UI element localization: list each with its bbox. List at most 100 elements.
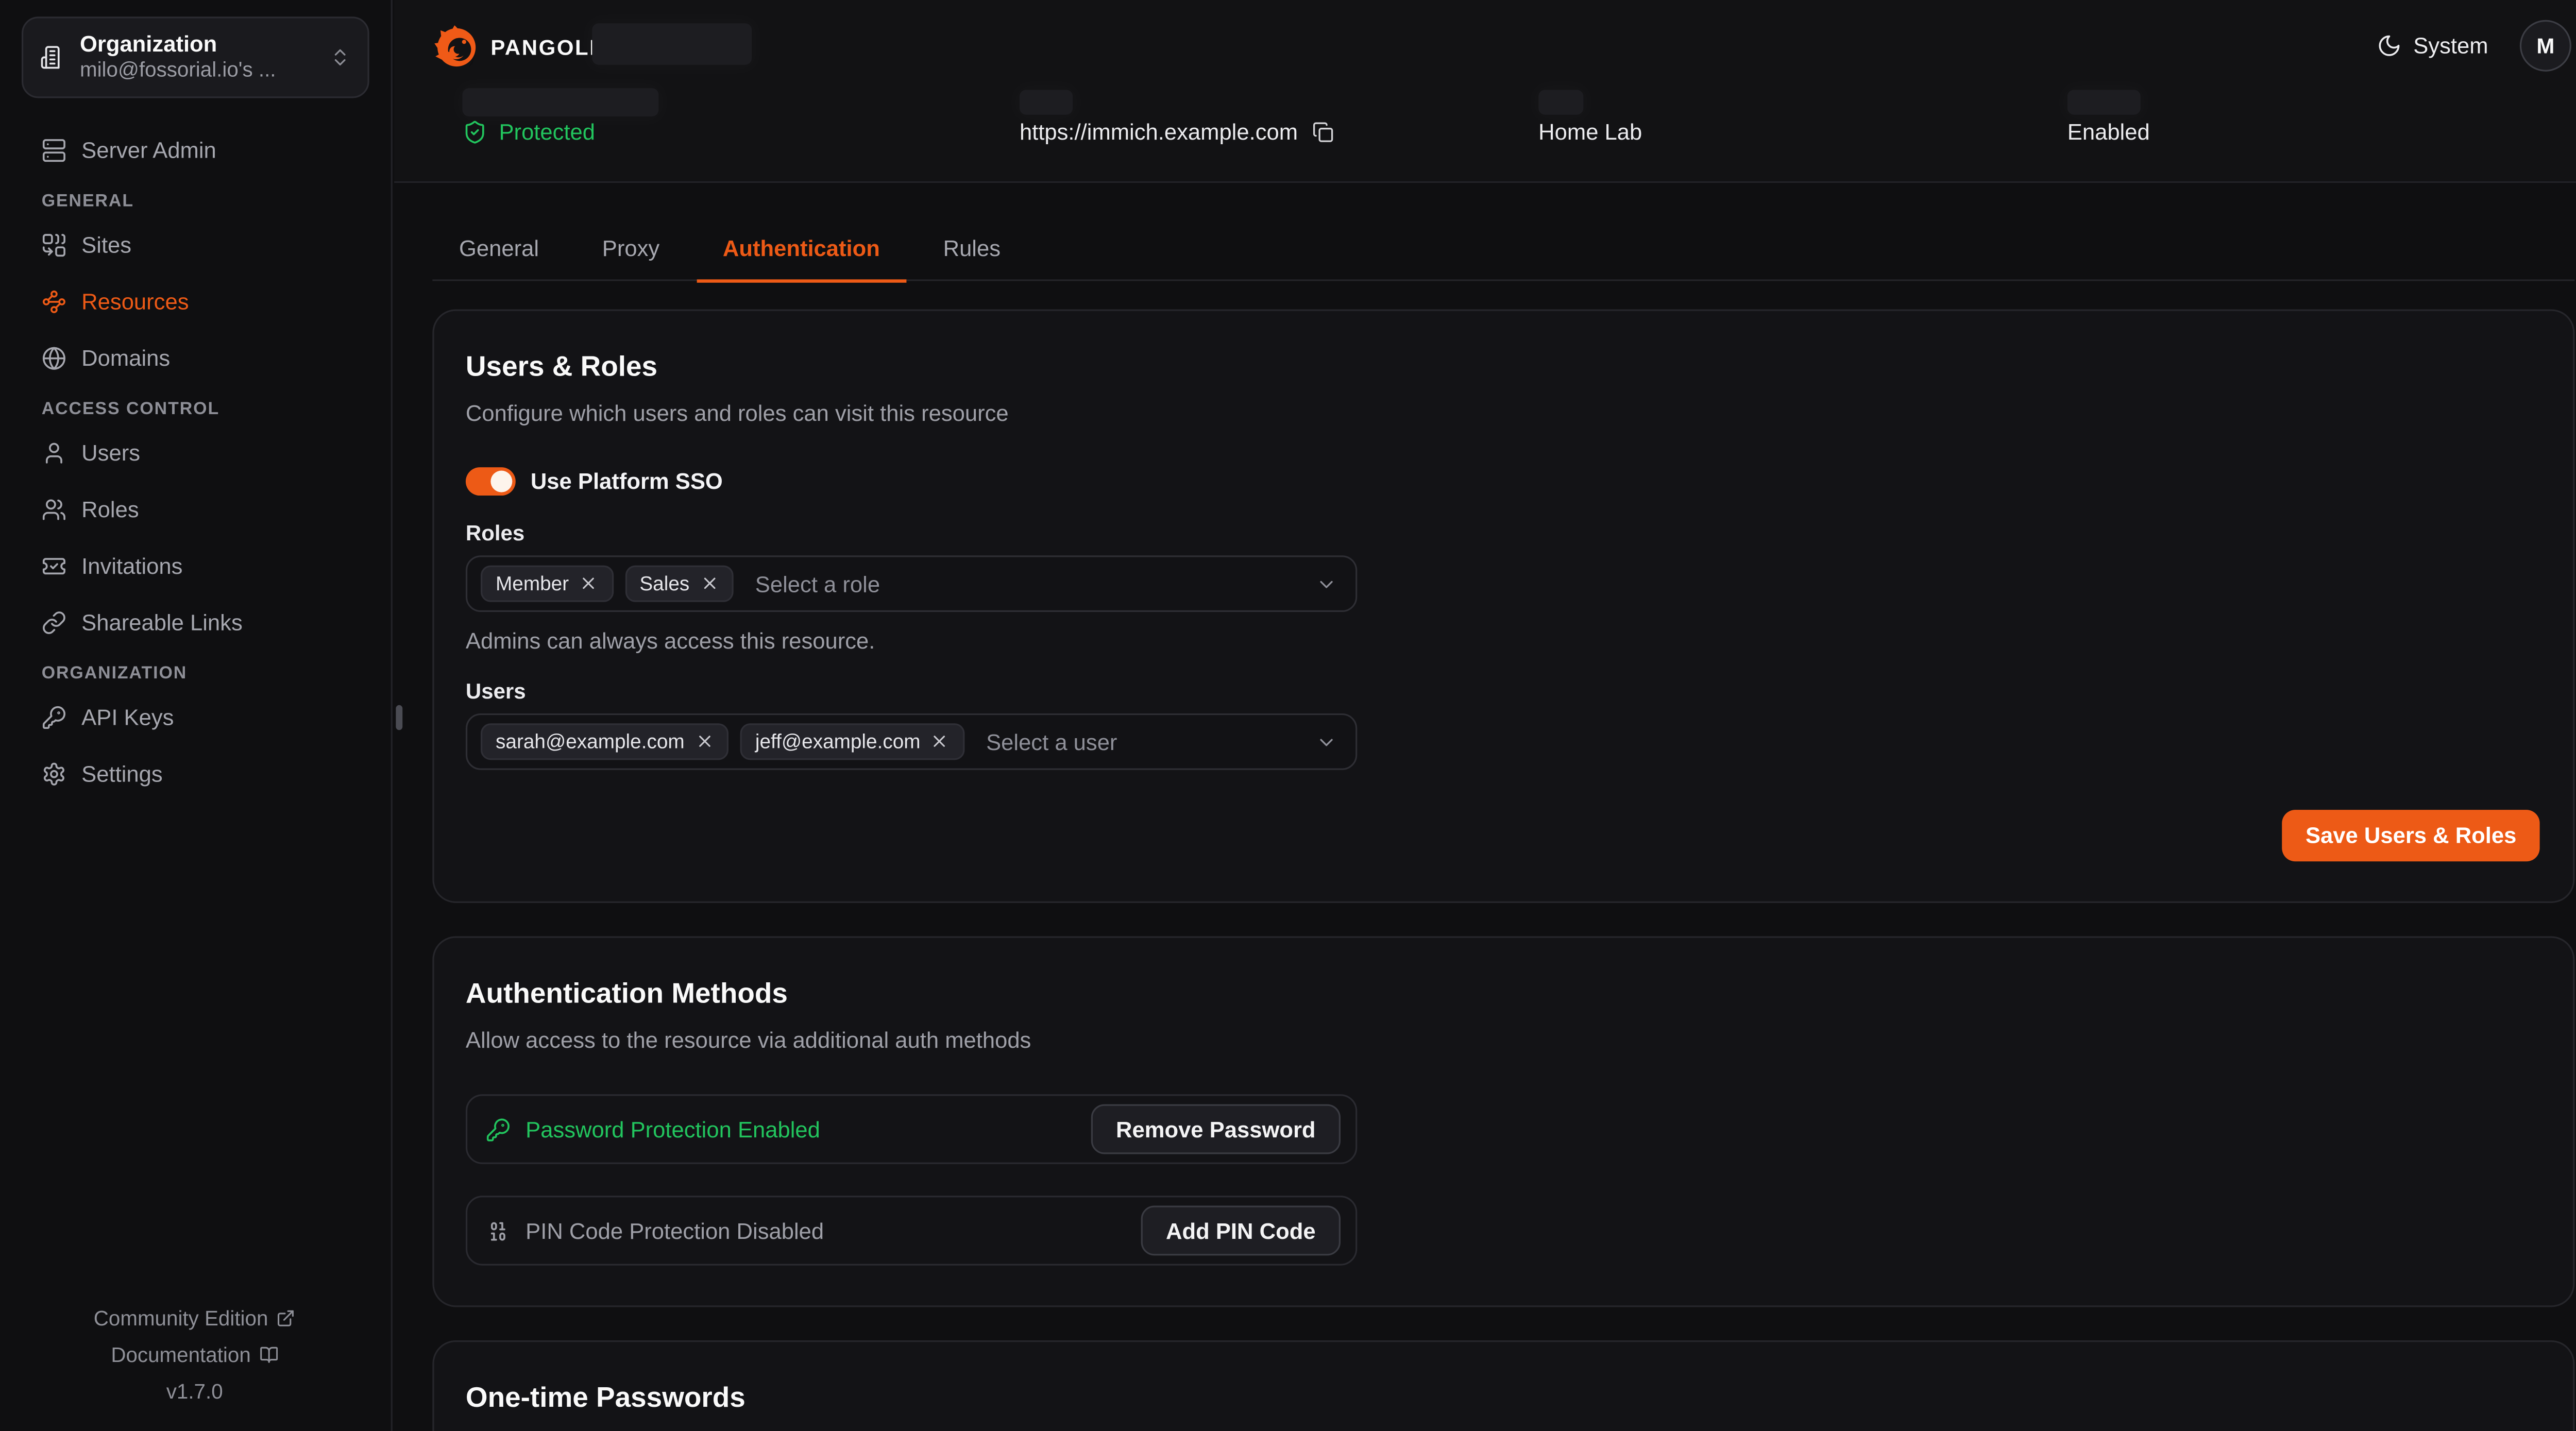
top-header: PANGOLIN System M Protected <box>394 0 2576 183</box>
sidebar-item-roles[interactable]: Roles <box>42 496 391 522</box>
user-chip-label: jeff@example.com <box>755 730 921 753</box>
redacted-label <box>592 23 752 65</box>
sidebar-footer: Community Edition Documentation v1.7.0 <box>0 1301 389 1410</box>
avatar-initial: M <box>2536 33 2554 58</box>
user-icon <box>42 440 66 465</box>
brand: PANGOLIN <box>432 23 614 72</box>
community-edition-label: Community Edition <box>94 1307 268 1330</box>
roles-hint: Admins can always access this resource. <box>466 627 2540 655</box>
user-chip: sarah@example.com <box>481 723 728 760</box>
server-icon <box>42 137 66 162</box>
sidebar-item-resources[interactable]: Resources <box>42 287 391 314</box>
pangolin-logo-icon <box>432 23 481 72</box>
tab-authentication[interactable]: Authentication <box>696 226 906 282</box>
add-pin-code-button[interactable]: Add PIN Code <box>1141 1206 1341 1256</box>
documentation-label: Documentation <box>111 1343 250 1367</box>
sidebar-nav: Server Admin GENERAL Sites Resources Dom… <box>0 137 391 787</box>
tab-label: Rules <box>943 236 1001 261</box>
tab-general[interactable]: General <box>432 226 565 282</box>
tab-label: Authentication <box>723 236 880 261</box>
sidebar: Organization milo@fossorial.io's ... Ser… <box>0 0 393 1431</box>
roles-field-label: Roles <box>466 519 2540 547</box>
redacted-label <box>2067 90 2141 114</box>
documentation-link[interactable]: Documentation <box>111 1343 278 1367</box>
roles-multiselect[interactable]: Member Sales Select a role <box>466 555 1357 612</box>
user-chip: jeff@example.com <box>740 723 964 760</box>
roles-placeholder: Select a role <box>755 571 1304 596</box>
moon-icon <box>2377 33 2401 58</box>
sidebar-item-invitations[interactable]: Invitations <box>42 552 391 579</box>
sidebar-item-server-admin[interactable]: Server Admin <box>42 137 391 163</box>
password-status-text: Password Protection Enabled <box>526 1117 1076 1142</box>
tab-rules[interactable]: Rules <box>917 226 1027 282</box>
sites-icon <box>42 232 66 257</box>
tab-label: General <box>459 236 539 261</box>
avatar[interactable]: M <box>2520 20 2571 72</box>
card-title: One-time Passwords <box>466 1382 2540 1416</box>
book-open-icon <box>259 1346 278 1365</box>
resource-site-text: Home Lab <box>1538 120 1642 144</box>
remove-chip-icon[interactable] <box>700 574 719 593</box>
save-users-roles-button[interactable]: Save Users & Roles <box>2282 810 2540 861</box>
resource-enabled-text: Enabled <box>2067 120 2150 144</box>
sidebar-item-users[interactable]: Users <box>42 439 391 466</box>
copy-icon[interactable] <box>1313 122 1334 143</box>
remove-chip-icon[interactable] <box>579 574 598 593</box>
auth-methods-card: Authentication Methods Allow access to t… <box>432 936 2574 1307</box>
redacted-label <box>1538 90 1583 114</box>
key-icon <box>42 704 66 729</box>
password-protection-row: Password Protection Enabled Remove Passw… <box>466 1094 1357 1164</box>
users-icon <box>42 497 66 521</box>
sidebar-item-label: Roles <box>81 497 139 521</box>
sidebar-section-general: GENERAL <box>42 193 391 211</box>
tab-bar: General Proxy Authentication Rules <box>432 226 2574 281</box>
role-chip-label: Sales <box>639 572 689 595</box>
card-title: Authentication Methods <box>466 978 2540 1011</box>
gear-icon <box>42 761 66 786</box>
resource-url-text: https://immich.example.com <box>1020 120 1298 144</box>
resources-icon <box>42 288 66 313</box>
users-roles-card: Users & Roles Configure which users and … <box>432 309 2574 903</box>
sidebar-item-label: Sites <box>81 232 131 257</box>
sidebar-item-label: Resources <box>81 288 189 313</box>
shield-check-icon <box>462 120 487 144</box>
sso-toggle-label: Use Platform SSO <box>531 468 723 493</box>
users-field-label: Users <box>466 677 2540 705</box>
tab-proxy[interactable]: Proxy <box>575 226 686 282</box>
sidebar-item-label: API Keys <box>81 704 174 729</box>
chevron-down-icon <box>1316 731 1337 753</box>
sidebar-item-sites[interactable]: Sites <box>42 231 391 258</box>
chevron-down-icon <box>1316 573 1337 594</box>
sidebar-item-api-keys[interactable]: API Keys <box>42 704 391 730</box>
sidebar-item-shareable-links[interactable]: Shareable Links <box>42 609 391 636</box>
remove-chip-icon[interactable] <box>694 732 714 751</box>
theme-label: System <box>2413 33 2488 58</box>
header-actions: System M <box>2377 20 2571 72</box>
resource-status: Protected <box>462 120 595 144</box>
resource-url: https://immich.example.com <box>1020 120 1334 144</box>
sidebar-item-label: Domains <box>81 345 170 370</box>
user-chip-label: sarah@example.com <box>496 730 685 753</box>
sidebar-item-settings[interactable]: Settings <box>42 760 391 787</box>
remove-chip-icon[interactable] <box>930 732 950 751</box>
sidebar-item-label: Users <box>81 440 140 465</box>
card-subtitle: Configure which users and roles can visi… <box>466 399 2540 428</box>
remove-password-button[interactable]: Remove Password <box>1091 1104 1341 1154</box>
role-chip: Sales <box>624 566 734 602</box>
resource-status-text: Protected <box>499 120 595 144</box>
org-selector[interactable]: Organization milo@fossorial.io's ... <box>22 16 369 98</box>
role-chip: Member <box>481 566 613 602</box>
users-multiselect[interactable]: sarah@example.com jeff@example.com Selec… <box>466 713 1357 770</box>
platform-sso-toggle[interactable] <box>466 467 516 495</box>
main-area: PANGOLIN System M Protected <box>394 0 2576 1431</box>
sidebar-section-organization: ORGANIZATION <box>42 665 391 684</box>
sidebar-item-label: Settings <box>81 761 162 786</box>
building-icon <box>40 45 64 70</box>
community-edition-link[interactable]: Community Edition <box>94 1307 296 1330</box>
external-link-icon <box>277 1309 296 1328</box>
card-subtitle: Allow access to the resource via additio… <box>466 1026 2540 1054</box>
sidebar-item-domains[interactable]: Domains <box>42 344 391 371</box>
link-icon <box>42 609 66 634</box>
theme-toggle[interactable]: System <box>2377 33 2488 58</box>
pin-protection-row: PIN Code Protection Disabled Add PIN Cod… <box>466 1196 1357 1266</box>
